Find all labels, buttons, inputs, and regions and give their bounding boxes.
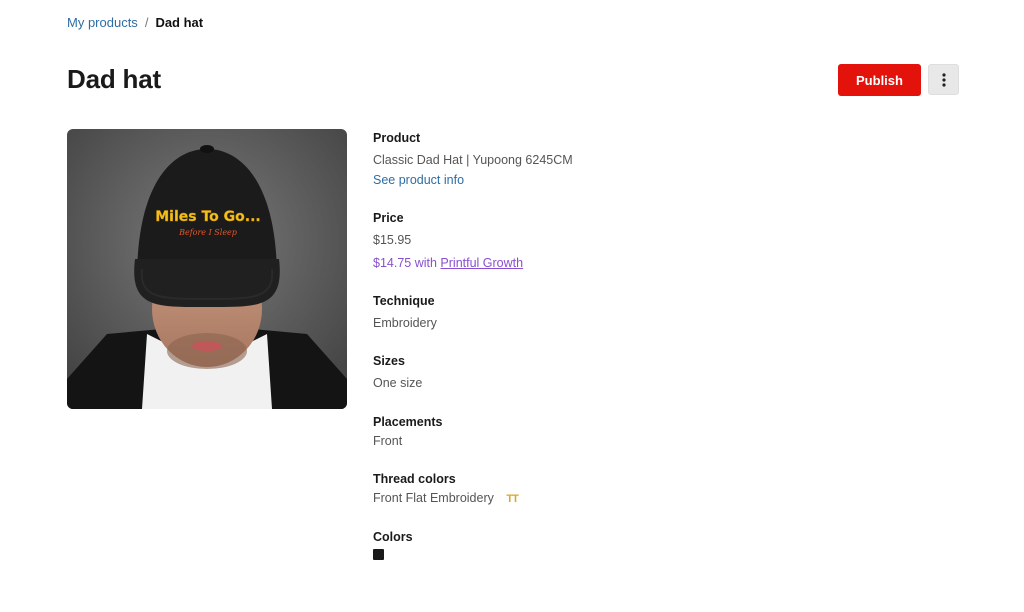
- product-value: Classic Dad Hat | Yupoong 6245CM: [373, 153, 573, 167]
- technique-label: Technique: [373, 294, 435, 308]
- price-label: Price: [373, 211, 404, 225]
- breadcrumb-separator: /: [144, 15, 149, 30]
- vertical-ellipsis-icon: [941, 72, 946, 87]
- growth-price-text: $14.75 with: [373, 256, 437, 270]
- thread-color-icon: TT: [506, 493, 518, 505]
- price-value: $15.95: [373, 233, 412, 247]
- hat-text-main: Miles To Go...: [155, 209, 260, 225]
- page-title: Dad hat: [67, 64, 161, 94]
- thread-colors-label: Thread colors: [373, 472, 456, 486]
- placements-value: Front: [373, 434, 403, 448]
- printful-growth-link[interactable]: Printful Growth: [440, 256, 523, 270]
- breadcrumb-my-products-link[interactable]: My products: [67, 15, 138, 30]
- thread-colors-row: Front Flat Embroidery TT: [373, 491, 519, 505]
- hat-mockup-illustration: Miles To Go... Before I Sleep: [67, 129, 347, 409]
- hat-text-sub: Before I Sleep: [178, 228, 237, 237]
- growth-price-row: $14.75 with Printful Growth: [373, 256, 523, 270]
- sizes-value: One size: [373, 376, 423, 390]
- color-swatch-black: [373, 549, 384, 560]
- breadcrumb-current: Dad hat: [155, 15, 204, 30]
- breadcrumb: My products / Dad hat: [67, 15, 203, 30]
- colors-label: Colors: [373, 530, 413, 544]
- placements-label: Placements: [373, 415, 443, 429]
- sizes-label: Sizes: [373, 354, 405, 368]
- product-mockup-image: Miles To Go... Before I Sleep: [67, 129, 347, 409]
- see-product-info-link[interactable]: See product info: [373, 173, 464, 187]
- product-label: Product: [373, 131, 421, 145]
- publish-button[interactable]: Publish: [838, 64, 921, 96]
- technique-value: Embroidery: [373, 316, 437, 330]
- more-options-button[interactable]: [928, 64, 959, 95]
- thread-colors-value: Front Flat Embroidery: [373, 491, 494, 505]
